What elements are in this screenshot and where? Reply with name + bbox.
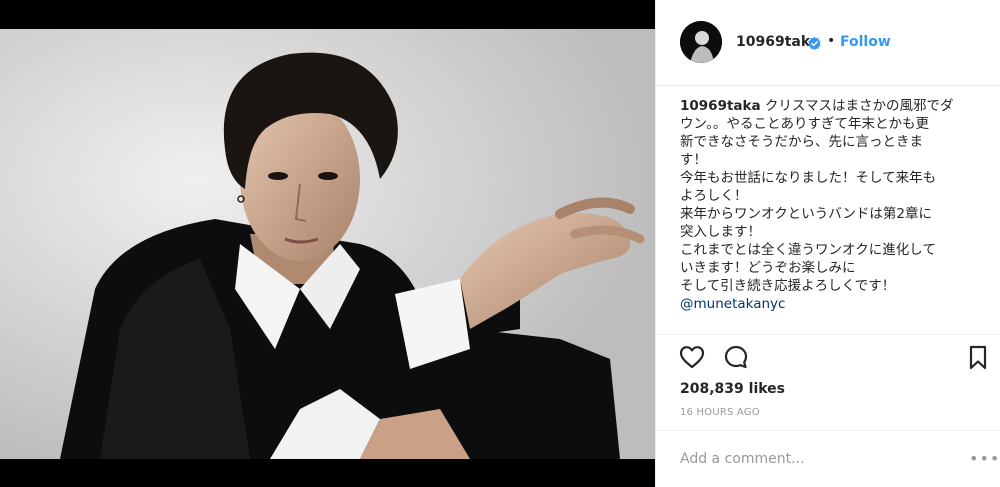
post-details-panel: 10969taka • Follow 10969taka クリスマスはまさかの風… xyxy=(655,0,1000,487)
post-timestamp[interactable]: 16 HOURS AGO xyxy=(680,407,760,418)
separator-dot: • xyxy=(827,33,836,49)
caption-line-5: よろしく！ xyxy=(680,188,748,204)
comment-bubble-icon[interactable] xyxy=(722,343,750,371)
post-header: 10969taka • Follow xyxy=(656,0,1000,86)
caption-line-6: 来年からワンオクというバンドは第2章に xyxy=(680,206,932,222)
caption-line-2: 新できなさそうだから、先に言っときま xyxy=(680,134,923,150)
caption-text: クリスマスはまさかの風邪でダ xyxy=(764,98,954,114)
more-options-icon[interactable]: ••• xyxy=(969,449,1000,468)
caption-username[interactable]: 10969taka xyxy=(680,98,761,114)
mention-link[interactable]: @munetakanyc xyxy=(680,295,980,313)
avatar[interactable] xyxy=(680,21,722,63)
caption-line-7: 突入します！ xyxy=(680,224,761,240)
caption-line-10: そして引き続き応援よろしくです！ xyxy=(680,278,896,294)
portrait-image xyxy=(0,29,655,459)
comment-input[interactable] xyxy=(680,447,950,471)
caption-line-4: 今年もお世話になりました！そして来年も xyxy=(680,170,937,186)
heart-icon[interactable] xyxy=(678,343,706,371)
caption-line-9: いきます！どうぞお楽しみに xyxy=(680,260,856,276)
comment-section: ••• xyxy=(656,430,1000,487)
caption-line-1: ウン。。やることありすぎて年末とかも更 xyxy=(680,116,929,132)
caption-line-8: これまでとは全く違うワンオクに進化して xyxy=(680,242,936,258)
post-media[interactable] xyxy=(0,0,655,487)
verified-badge-icon xyxy=(808,35,821,50)
bookmark-icon[interactable] xyxy=(964,343,992,371)
post-caption: 10969taka クリスマスはまさかの風邪でダ ウン。。やることありすぎて年末… xyxy=(680,97,980,313)
follow-button[interactable]: Follow xyxy=(840,34,891,50)
likes-count[interactable]: 208,839 likes xyxy=(680,381,785,397)
action-bar xyxy=(656,334,1000,378)
caption-line-0: 10969taka クリスマスはまさかの風邪でダ xyxy=(680,97,980,115)
post-photo[interactable] xyxy=(0,29,655,459)
caption-line-3: す！ xyxy=(680,152,707,168)
avatar-image xyxy=(680,21,722,63)
